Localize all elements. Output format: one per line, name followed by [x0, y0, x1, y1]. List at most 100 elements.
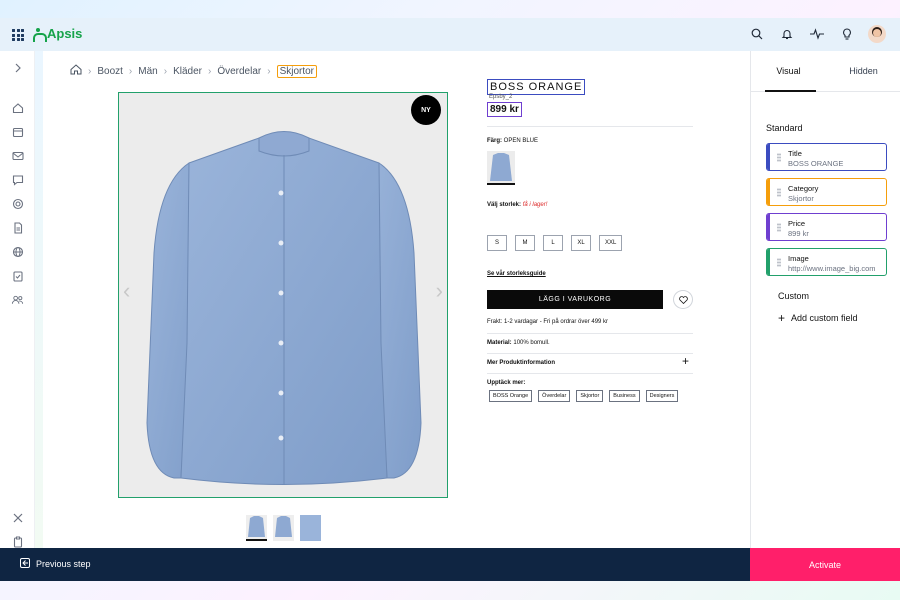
breadcrumb: › Boozt › Män › Kläder › Överdelar › Skj… [70, 64, 318, 78]
top-icons [748, 25, 886, 43]
stock-note: få i lager! [522, 202, 548, 208]
drag-handle-icon[interactable] [777, 153, 781, 162]
breadcrumb-item[interactable]: Boozt [97, 66, 123, 77]
top-bar: Apsis [0, 18, 900, 51]
users-icon[interactable] [11, 293, 24, 306]
size-option[interactable]: M [515, 235, 535, 251]
arrow-left-icon [20, 558, 30, 570]
plus-icon[interactable]: + [682, 354, 689, 368]
tools-icon[interactable] [11, 511, 24, 524]
tag[interactable]: Överdelar [538, 390, 571, 402]
size-option[interactable]: XL [571, 235, 591, 251]
previous-step-button[interactable]: Previous step [20, 558, 91, 570]
product-image[interactable]: NY ‹ › [118, 92, 448, 498]
product-sku: Epsby_2 [489, 94, 513, 100]
panel-tabs: Visual Hidden [751, 51, 900, 92]
drag-handle-icon[interactable] [777, 258, 781, 267]
app-grid-icon[interactable] [12, 29, 24, 41]
activity-icon[interactable] [808, 25, 826, 43]
shipping-info: Frakt: 1-2 vardagar - Fri på ordrar över… [487, 319, 609, 325]
field-label: Image [788, 254, 809, 263]
tag[interactable]: Business [609, 390, 640, 402]
field-category[interactable]: Category Skjortor [766, 178, 887, 206]
material-label: Material: [487, 340, 512, 346]
size-option[interactable]: XXL [599, 235, 623, 251]
tab-hidden[interactable]: Hidden [826, 51, 900, 91]
discover-tags: BOSS Orange Överdelar Skjortor Business … [489, 390, 679, 402]
color-swatch[interactable] [487, 151, 515, 185]
calendar-icon[interactable] [11, 125, 24, 138]
breadcrumb-item[interactable]: Överdelar [217, 66, 261, 77]
activate-button[interactable]: Activate [750, 548, 900, 581]
left-nav [0, 51, 35, 548]
divider [487, 333, 693, 334]
field-image[interactable]: Image http://www.image_big.com [766, 248, 887, 276]
drag-handle-icon[interactable] [777, 188, 781, 197]
breadcrumb-item[interactable]: Män [138, 66, 157, 77]
product-brand[interactable]: BOSS ORANGE [487, 79, 586, 95]
material-row: Material: 100% bomull. [487, 340, 550, 346]
field-price[interactable]: Price 899 kr [766, 213, 887, 241]
app-frame: Apsis › Boozt › Män › Kläder › Överdelar… [0, 18, 900, 581]
field-value: 899 kr [788, 229, 809, 238]
product-price[interactable]: 899 kr [487, 102, 522, 117]
breadcrumb-current[interactable]: Skjortor [276, 64, 318, 78]
add-custom-field-button[interactable]: + Add custom field [778, 311, 858, 325]
thumbnail[interactable] [300, 515, 321, 541]
tag[interactable]: Designers [645, 390, 679, 402]
product-preview: › Boozt › Män › Kläder › Överdelar › Skj… [43, 51, 750, 548]
search-icon[interactable] [748, 25, 766, 43]
standard-label: Standard [766, 123, 803, 133]
nav-accent [35, 51, 43, 548]
breadcrumb-separator: › [128, 65, 133, 77]
breadcrumb-separator: › [163, 65, 168, 77]
target-icon[interactable] [11, 197, 24, 210]
discover-label: Upptäck mer: [487, 380, 526, 386]
custom-label: Custom [778, 291, 810, 301]
tag[interactable]: BOSS Orange [489, 390, 533, 402]
user-avatar[interactable] [868, 25, 886, 43]
size-row: Välj storlek: få i lager! [487, 202, 547, 208]
size-option[interactable]: L [543, 235, 563, 251]
size-option[interactable]: S [487, 235, 507, 251]
thumbnail[interactable] [246, 515, 267, 541]
divider [487, 373, 693, 374]
color-label: Färg: [487, 138, 502, 144]
home-icon[interactable] [70, 64, 82, 78]
globe-icon[interactable] [11, 245, 24, 258]
field-mapping-panel: Visual Hidden Standard Title BOSS ORANGE… [750, 51, 900, 548]
image-thumbnails [246, 515, 321, 541]
breadcrumb-item[interactable]: Kläder [173, 66, 202, 77]
apsis-logo-icon [33, 27, 47, 42]
checklist-icon[interactable] [11, 269, 24, 282]
field-title[interactable]: Title BOSS ORANGE [766, 143, 887, 171]
tag[interactable]: Skjortor [576, 390, 604, 402]
home-icon[interactable] [11, 101, 24, 114]
breadcrumb-separator: › [207, 65, 212, 77]
chat-icon[interactable] [11, 173, 24, 186]
drag-handle-icon[interactable] [777, 223, 781, 232]
more-info-toggle[interactable]: Mer Produktinformation [487, 360, 555, 366]
app-logo[interactable]: Apsis [33, 26, 82, 42]
tab-visual[interactable]: Visual [751, 51, 826, 92]
mail-icon[interactable] [11, 149, 24, 162]
field-label: Category [788, 184, 819, 193]
chevron-left-icon[interactable]: ‹ [123, 278, 130, 304]
plus-icon: + [778, 311, 786, 325]
material-value: 100% bomull. [513, 340, 550, 346]
clipboard-icon[interactable] [11, 535, 24, 548]
add-to-cart-button[interactable]: LÄGG I VARUKORG [487, 290, 663, 309]
size-options: S M L XL XXL [487, 235, 623, 251]
field-label: Price [788, 219, 806, 228]
document-icon[interactable] [11, 221, 24, 234]
add-custom-field-label: Add custom field [791, 313, 858, 323]
color-row: Färg: OPEN BLUE [487, 138, 538, 144]
lightbulb-icon[interactable] [838, 25, 856, 43]
thumbnail[interactable] [273, 515, 294, 541]
size-guide-link[interactable]: Se vår storleksguide [487, 271, 546, 277]
chevron-right-icon[interactable]: › [436, 278, 443, 304]
heart-icon[interactable] [673, 290, 693, 309]
bell-icon[interactable] [778, 25, 796, 43]
chevron-right-icon[interactable] [11, 61, 24, 74]
divider [487, 353, 693, 354]
